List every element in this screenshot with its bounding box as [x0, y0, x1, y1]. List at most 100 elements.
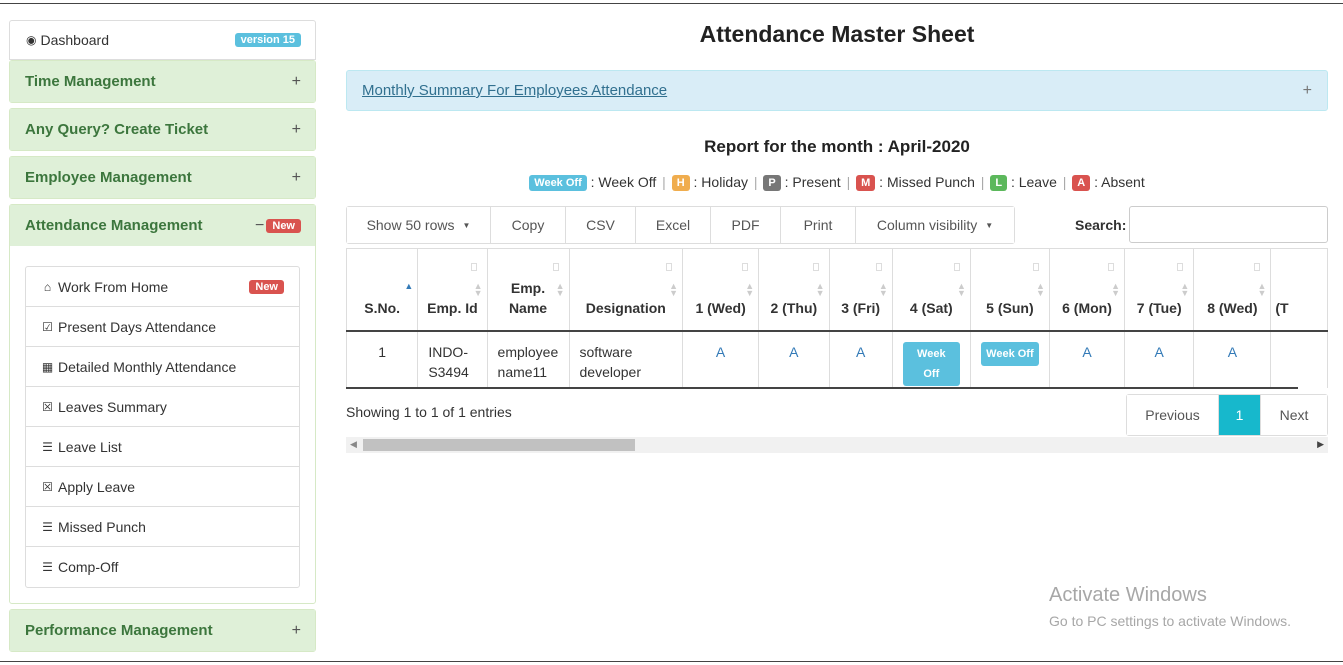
- employee-management-header[interactable]: Employee Management +: [10, 157, 315, 198]
- menu-present-days[interactable]: ☑ Present Days Attendance: [26, 307, 299, 347]
- col-day-9[interactable]: (T: [1270, 248, 1328, 332]
- col-day-3[interactable]: 3 (Fri) ▲ ▼: [828, 248, 893, 332]
- scrollbar-thumb[interactable]: [363, 439, 635, 451]
- legend-separator: |: [980, 174, 985, 190]
- watermark-subtitle: Go to PC settings to activate Windows.: [1049, 613, 1291, 629]
- header-label: Designation: [585, 299, 666, 316]
- horizontal-scrollbar[interactable]: ◀ ▶: [346, 437, 1328, 453]
- absent-badge: A: [1072, 175, 1091, 192]
- list-icon: ☰: [42, 560, 53, 574]
- sort-icon: ▲ ▼: [878, 281, 888, 298]
- dashboard-icon: ◉: [26, 33, 37, 47]
- print-button[interactable]: Print: [781, 207, 856, 243]
- calendar-icon: ▦: [41, 359, 54, 374]
- col-sno[interactable]: S.No. ▲: [346, 248, 419, 332]
- cell-day-5: Week Off: [969, 330, 1050, 388]
- cell-day-7: A: [1124, 330, 1195, 388]
- sort-icon: ▲ ▼: [555, 281, 565, 298]
- column-visibility-label: Column visibility: [876, 217, 978, 233]
- monthly-summary-panel[interactable]: Monthly Summary For Employees Attendance…: [346, 70, 1328, 111]
- attendance-management-header[interactable]: Attendance Management − New: [10, 205, 315, 246]
- column-visibility-button[interactable]: Column visibility ▼: [856, 207, 1014, 243]
- col-emp-name[interactable]: Emp. Name ▲ ▼: [486, 248, 570, 332]
- calendar-check-icon: ☑: [42, 319, 53, 334]
- collapse-icon[interactable]: − New: [255, 217, 301, 235]
- next-button[interactable]: Next: [1261, 395, 1327, 435]
- sidebar-dashboard[interactable]: ◉ Dashboard version 15: [9, 20, 316, 60]
- expand-icon[interactable]: +: [1303, 82, 1312, 100]
- menu-item-label: Detailed Monthly Attendance: [58, 358, 237, 375]
- filter-icon: [552, 263, 559, 271]
- header-label: Emp. Name: [508, 279, 548, 316]
- col-day-4[interactable]: 4 (Sat) ▲ ▼: [891, 248, 971, 332]
- cell-day-2: A: [758, 330, 830, 388]
- menu-missed-punch[interactable]: ☰ Missed Punch: [26, 507, 299, 547]
- menu-item-label: Comp-Off: [58, 559, 119, 575]
- create-ticket-label: Any Query? Create Ticket: [25, 121, 209, 138]
- search-input[interactable]: [1129, 206, 1328, 243]
- filter-icon: [1032, 263, 1039, 271]
- performance-management-label: Performance Management: [25, 622, 213, 639]
- menu-detailed-monthly[interactable]: ▦ Detailed Monthly Attendance: [26, 347, 299, 387]
- sort-icon: ▲ ▼: [1257, 281, 1267, 298]
- legend-separator: |: [846, 174, 851, 190]
- legend-separator: |: [662, 174, 666, 190]
- csv-button[interactable]: CSV: [566, 207, 636, 243]
- sidebar: ◉ Dashboard version 15 Time Management +…: [9, 20, 316, 657]
- week-off-badge: Week Off: [902, 341, 960, 386]
- attendance-table: S.No. ▲ Emp. Id ▲ ▼ Emp. Name ▲ ▼ Designation…: [346, 248, 1328, 388]
- panel-employee-management: Employee Management +: [9, 156, 316, 199]
- caret-down-icon: ▼: [462, 220, 471, 230]
- header-label: 7 (Tue): [1136, 299, 1182, 316]
- expand-icon[interactable]: +: [292, 622, 301, 640]
- activate-windows-watermark: Activate Windows Go to PC settings to ac…: [1049, 584, 1291, 629]
- sort-asc-icon: ▲: [404, 281, 414, 291]
- time-management-header[interactable]: Time Management +: [10, 61, 315, 102]
- pdf-button[interactable]: PDF: [711, 207, 781, 243]
- header-label: Emp. Id: [427, 299, 478, 316]
- excel-button[interactable]: Excel: [636, 207, 711, 243]
- filter-icon: [875, 263, 882, 271]
- header-label: (T: [1275, 299, 1289, 316]
- menu-work-from-home[interactable]: ⌂ Work From Home New: [26, 267, 299, 307]
- expand-icon[interactable]: +: [292, 73, 301, 91]
- col-day-5[interactable]: 5 (Sun) ▲ ▼: [969, 248, 1050, 332]
- create-ticket-header[interactable]: Any Query? Create Ticket +: [10, 109, 315, 150]
- week-off-badge: Week Off: [981, 341, 1039, 366]
- show-rows-button[interactable]: Show 50 rows ▼: [347, 207, 491, 243]
- col-day-8[interactable]: 8 (Wed) ▲ ▼: [1193, 248, 1272, 332]
- col-day-7[interactable]: 7 (Tue) ▲ ▼: [1124, 248, 1195, 332]
- list-icon: ☰: [42, 439, 53, 454]
- top-border: [0, 3, 1343, 4]
- previous-button[interactable]: Previous: [1127, 395, 1219, 435]
- copy-button[interactable]: Copy: [491, 207, 566, 243]
- monthly-summary-link[interactable]: Monthly Summary For Employees Attendance: [362, 82, 667, 99]
- cell-day-3: A: [828, 330, 893, 388]
- legend-text: : Missed Punch: [879, 174, 975, 190]
- filter-icon: [666, 263, 673, 271]
- menu-leaves-summary[interactable]: ☒ Leaves Summary: [26, 387, 299, 427]
- expand-icon[interactable]: +: [292, 121, 301, 139]
- col-day-6[interactable]: 6 (Mon) ▲ ▼: [1048, 248, 1126, 332]
- legend-separator: |: [1062, 174, 1067, 190]
- col-designation[interactable]: Designation ▲ ▼: [568, 248, 684, 332]
- table-header-row: S.No. ▲ Emp. Id ▲ ▼ Emp. Name ▲ ▼ Designation…: [346, 248, 1328, 332]
- menu-item-label: Leave List: [58, 438, 122, 455]
- performance-management-header[interactable]: Performance Management +: [10, 610, 315, 651]
- menu-leave-list[interactable]: ☰ Leave List: [26, 427, 299, 467]
- scroll-right-icon[interactable]: ▶: [1317, 439, 1324, 450]
- col-day-1[interactable]: 1 (Wed) ▲ ▼: [682, 248, 760, 332]
- menu-item-label: Present Days Attendance: [58, 318, 216, 335]
- expand-icon[interactable]: +: [292, 169, 301, 187]
- menu-comp-off[interactable]: ☰ Comp-Off: [26, 547, 299, 587]
- col-emp-id[interactable]: Emp. Id ▲ ▼: [417, 248, 488, 332]
- menu-apply-leave[interactable]: ☒ Apply Leave: [26, 467, 299, 507]
- status-legend: Week Off : Week Off | H : Holiday | P : …: [346, 174, 1328, 192]
- cell-day-4: Week Off: [891, 330, 971, 388]
- report-title: Report for the month : April-2020: [704, 137, 970, 156]
- col-day-2[interactable]: 2 (Thu) ▲ ▼: [758, 248, 830, 332]
- page-1-button[interactable]: 1: [1219, 395, 1261, 435]
- scroll-left-icon[interactable]: ◀: [350, 439, 357, 450]
- menu-item-label: Leaves Summary: [58, 398, 167, 415]
- table-row: 1 INDO-S3494 employee name11 software de…: [346, 330, 1328, 388]
